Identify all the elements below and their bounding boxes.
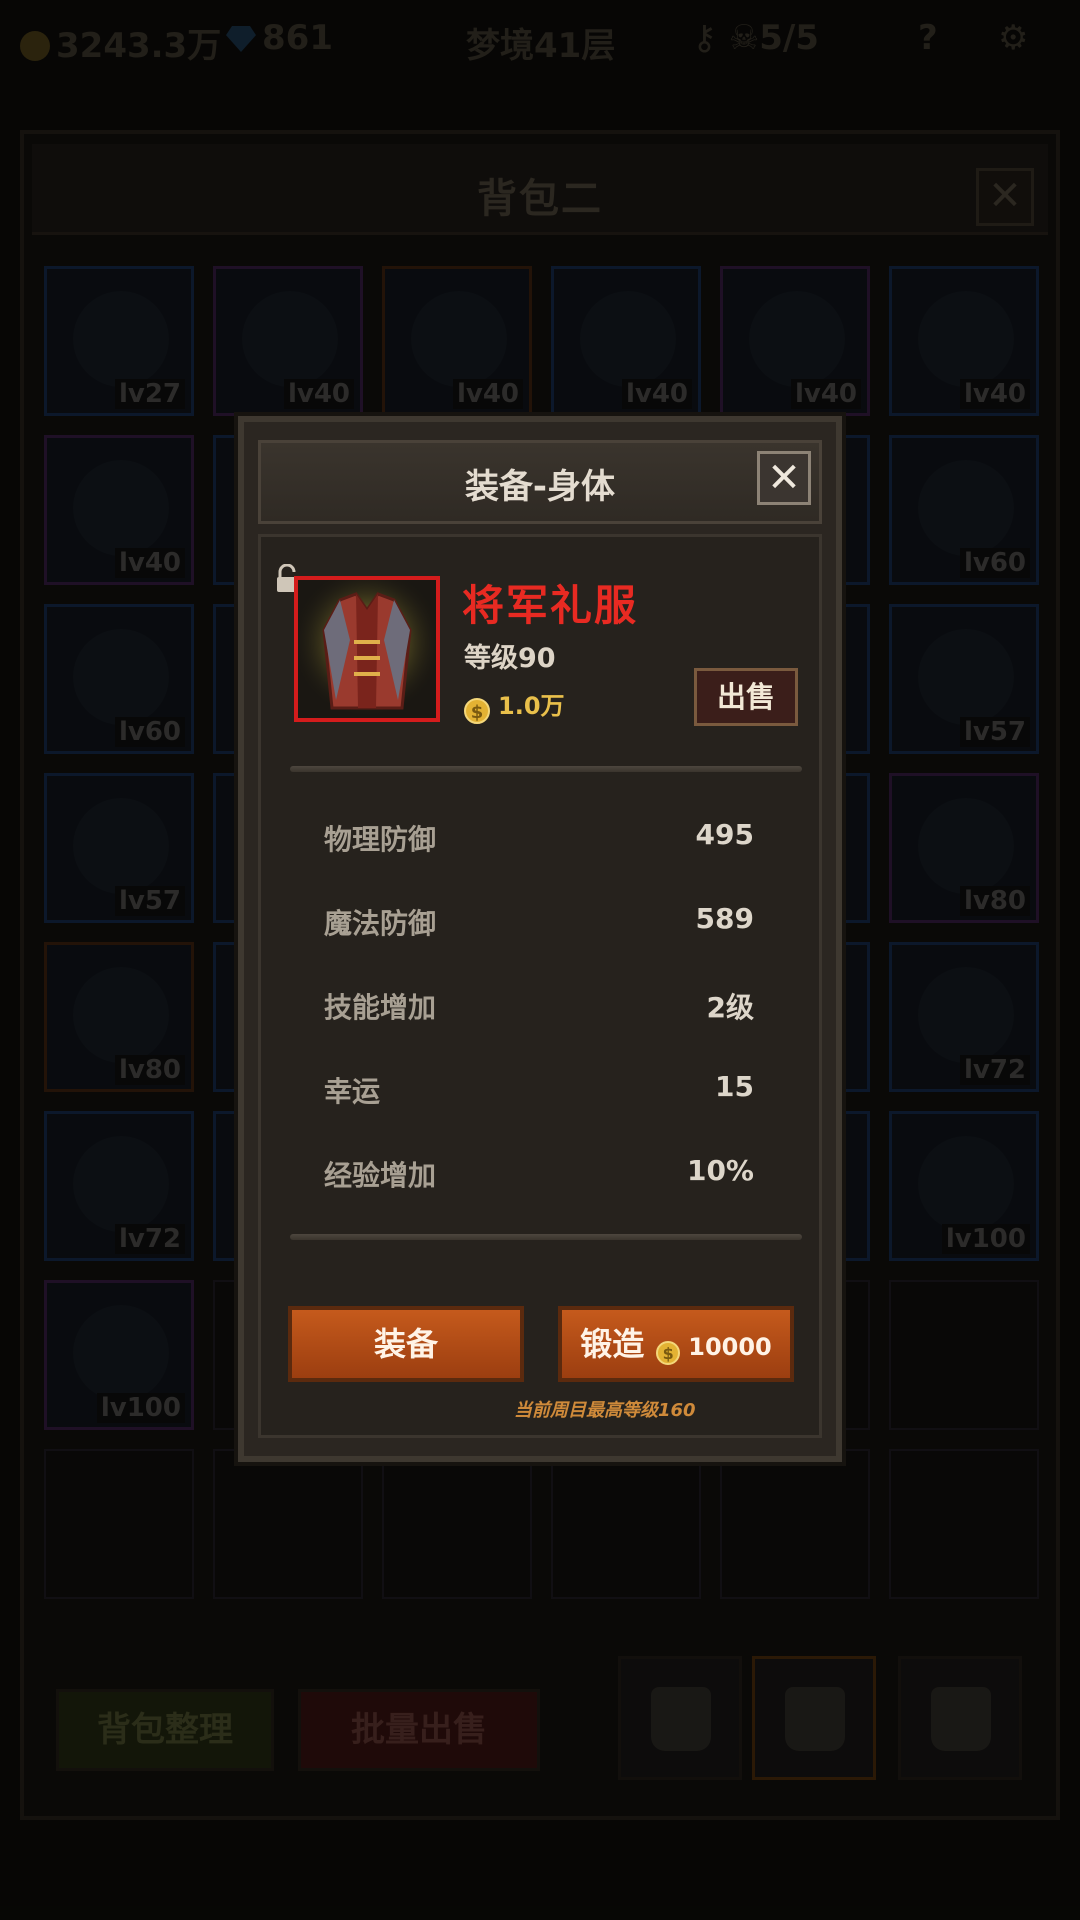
- forge-button[interactable]: 锻造 $10000: [558, 1306, 794, 1382]
- forge-label: 锻造: [580, 1325, 645, 1363]
- robe-icon: [298, 580, 436, 718]
- divider: [290, 1234, 802, 1240]
- forge-cost: $10000: [656, 1333, 772, 1365]
- item-price: $1.0万: [464, 686, 565, 724]
- item-level: 等级90: [464, 643, 556, 674]
- stat-value: 495: [695, 818, 754, 851]
- stat-row: 幸运 15: [324, 1070, 754, 1110]
- forge-cost-value: 10000: [688, 1333, 772, 1361]
- stat-label: 物理防御: [324, 823, 437, 856]
- gold-coin-icon: $: [464, 698, 490, 724]
- dialog-header: 装备-身体 ✕: [258, 440, 822, 524]
- item-price-value: 1.0万: [498, 692, 565, 720]
- gold-coin-icon: $: [656, 1341, 681, 1365]
- sell-button[interactable]: 出售: [694, 668, 798, 726]
- stat-label: 经验增加: [324, 1159, 437, 1192]
- stat-value: 589: [695, 902, 754, 935]
- stat-row: 技能增加 2级: [324, 986, 754, 1026]
- stat-row: 物理防御 495: [324, 818, 754, 858]
- stat-label: 幸运: [324, 1075, 381, 1108]
- item-name: 将军礼服: [462, 581, 639, 630]
- equipment-dialog: 装备-身体 ✕ 将军礼服 等级90 $ 1.0万 出售 物理防御 495 魔法防…: [238, 416, 842, 1462]
- stat-row: 经验增加 10%: [324, 1154, 754, 1194]
- stat-value: 2级: [706, 991, 754, 1024]
- divider: [290, 766, 802, 772]
- max-level-note: 当前周目最高等级160: [514, 1400, 696, 1421]
- stat-label: 技能增加: [324, 991, 437, 1024]
- stat-value: 10%: [686, 1154, 754, 1187]
- stat-label: 魔法防御: [324, 907, 437, 940]
- stat-row: 魔法防御 589: [324, 902, 754, 942]
- item-image-frame: [294, 576, 440, 722]
- stat-value: 15: [715, 1070, 754, 1103]
- dialog-title: 装备-身体: [464, 467, 616, 507]
- dialog-close-button[interactable]: ✕: [757, 451, 811, 505]
- equip-button[interactable]: 装备: [288, 1306, 524, 1382]
